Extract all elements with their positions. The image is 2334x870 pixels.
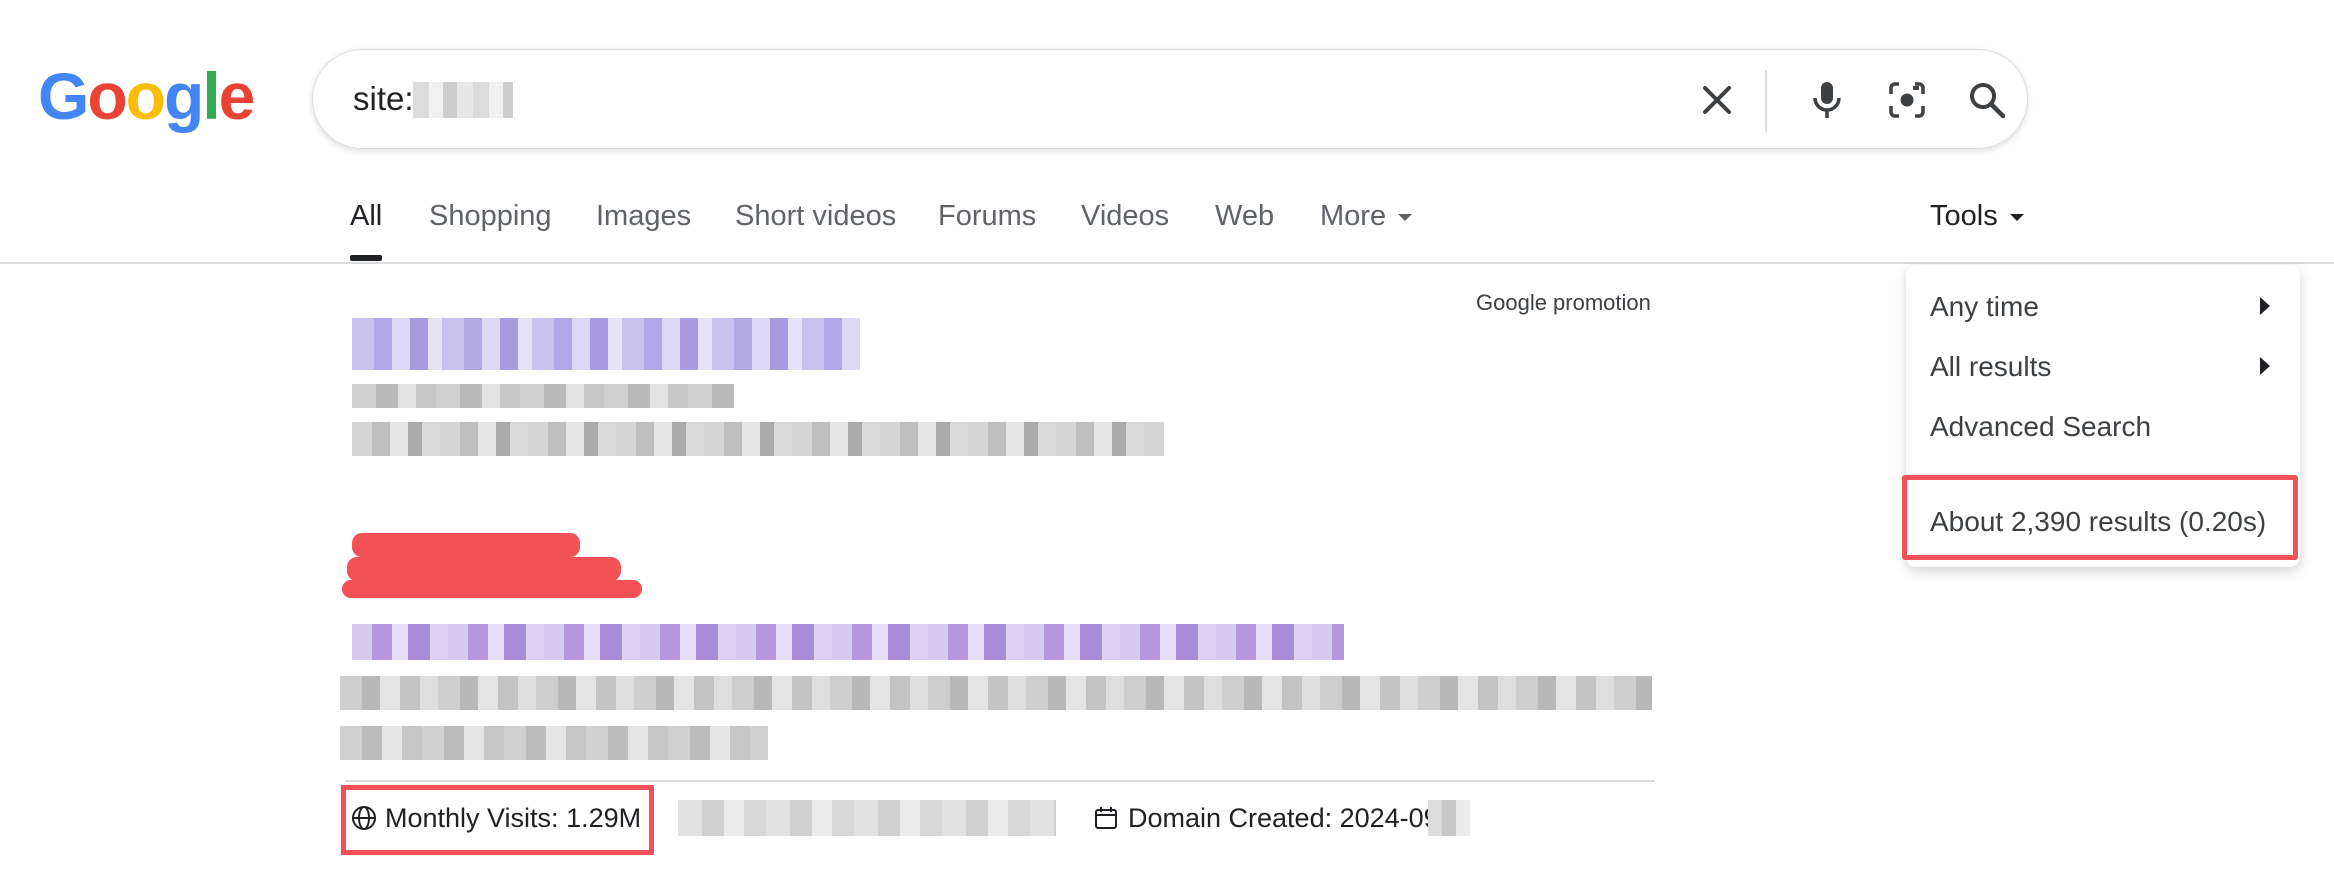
monthly-visits: Monthly Visits: 1.29M <box>385 803 642 833</box>
logo-letter: o <box>125 59 166 133</box>
redaction-bar <box>342 580 642 598</box>
redacted-query-text <box>413 82 513 118</box>
tab-images[interactable]: Images <box>596 200 691 233</box>
tab-videos[interactable]: Videos <box>1081 200 1169 233</box>
search-divider <box>1765 70 1767 132</box>
tab-forums[interactable]: Forums <box>938 200 1036 233</box>
redacted-result-url <box>352 384 734 408</box>
search-icon[interactable] <box>1963 76 2011 124</box>
google-logo[interactable]: Google <box>38 58 256 134</box>
result-stats-highlight <box>1902 475 2298 560</box>
tab-more-label: More <box>1320 200 1387 232</box>
menu-item-all-results[interactable]: All results <box>1930 351 2051 383</box>
logo-letter: g <box>164 59 204 133</box>
tab-all[interactable]: All <box>350 200 383 261</box>
logo-letter: G <box>38 59 89 133</box>
search-box[interactable]: site: <box>312 49 2028 149</box>
logo-letter: e <box>218 59 256 133</box>
tabs-divider <box>0 262 2334 264</box>
globe-icon <box>352 806 376 830</box>
redacted-result-snippet <box>340 726 768 760</box>
redaction-bar <box>352 533 580 557</box>
tools-button[interactable]: Tools <box>1930 200 2024 233</box>
redacted-date <box>1428 800 1470 836</box>
redacted-result-title[interactable] <box>352 318 860 370</box>
redaction-bar <box>347 557 621 581</box>
logo-letter: o <box>87 59 127 133</box>
mic-icon[interactable] <box>1803 76 1851 124</box>
tools-label: Tools <box>1930 200 1998 232</box>
close-icon[interactable] <box>1693 76 1741 124</box>
redacted-meta <box>678 800 1056 836</box>
menu-item-advanced-search[interactable]: Advanced Search <box>1930 411 2151 443</box>
redacted-result-snippet <box>352 422 1164 456</box>
tab-shopping[interactable]: Shopping <box>429 200 552 233</box>
redacted-result-snippet <box>340 676 1652 710</box>
caret-down-icon <box>2009 213 2024 221</box>
caret-right-icon <box>2260 297 2270 315</box>
caret-down-icon <box>1398 213 1413 221</box>
domain-created: Domain Created: 2024-09- <box>1128 803 1448 833</box>
caret-right-icon <box>2260 357 2270 375</box>
tab-more[interactable]: More <box>1320 200 1413 233</box>
menu-item-any-time[interactable]: Any time <box>1930 291 2039 323</box>
result-divider <box>345 780 1655 782</box>
search-input[interactable]: site: <box>353 80 414 118</box>
tab-short-videos[interactable]: Short videos <box>735 200 896 233</box>
redacted-result-title[interactable] <box>352 624 1344 660</box>
camera-icon[interactable] <box>1883 76 1931 124</box>
logo-letter: l <box>202 59 220 133</box>
tab-web[interactable]: Web <box>1215 200 1274 233</box>
promotion-label: Google promotion <box>1476 290 1651 315</box>
calendar-icon <box>1095 807 1117 829</box>
